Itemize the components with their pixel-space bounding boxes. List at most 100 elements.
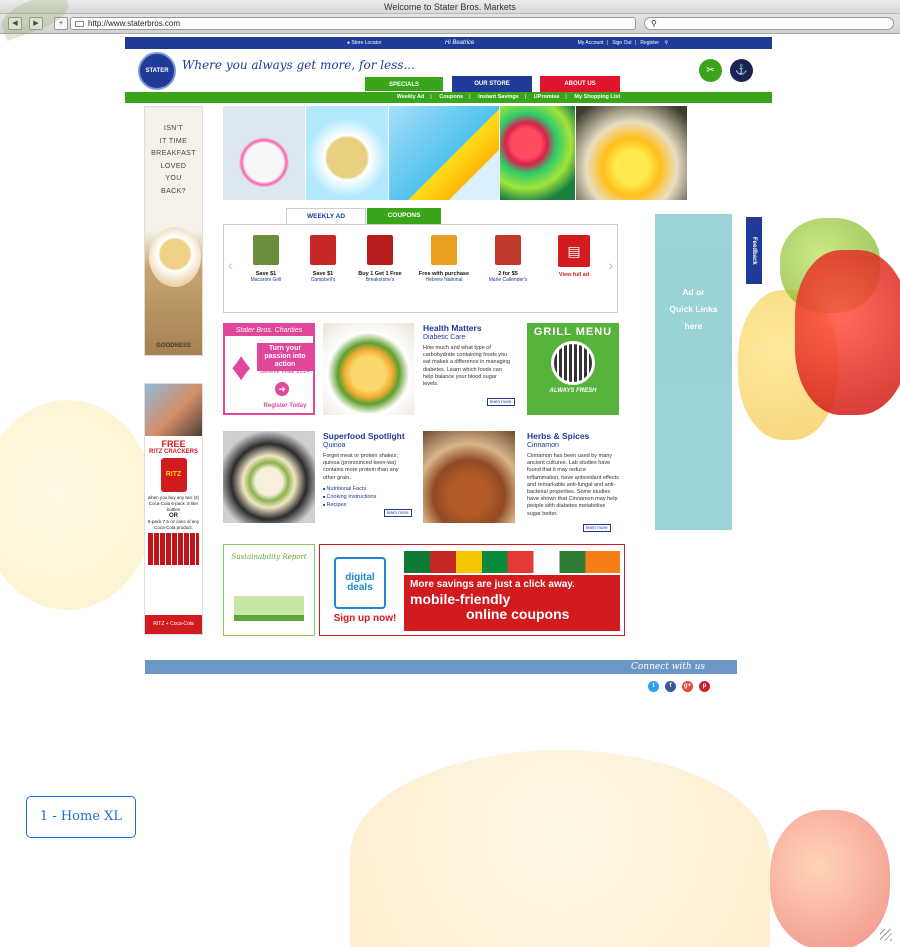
ad-offer-text-2: 8-pack 7.5 oz cans of any Coca-Cola prod… — [147, 519, 200, 530]
digital-deals-promo[interactable]: digital deals Sign up now! More savings … — [319, 544, 625, 636]
stater-bros-logo[interactable]: STATER BROS — [138, 52, 176, 108]
herbs-title[interactable]: Herbs & Spices — [527, 431, 619, 441]
ad-free-label: FREE — [161, 439, 186, 449]
feedback-tab[interactable]: Feedback — [746, 217, 762, 284]
tab-our-store[interactable]: OUR STORE — [452, 76, 532, 92]
red-pepper-background-image — [795, 250, 900, 415]
ad-line: LOVED — [160, 162, 187, 170]
ad-slot-line: here — [684, 321, 703, 331]
health-body: How much and what type of carbohydrate c… — [423, 345, 511, 388]
quinoa-image[interactable] — [223, 431, 315, 523]
quick-links-ad-slot[interactable]: Ad or Quick Links here — [655, 214, 732, 530]
health-subtitle: Diabetic Care — [423, 334, 466, 341]
product-name: Hebrew National — [425, 277, 463, 283]
arrow-right-icon[interactable]: ➜ — [275, 382, 289, 396]
cooking-instructions-link[interactable]: Cooking Instructions — [323, 493, 411, 501]
health-learn-more-button[interactable]: learn more — [487, 398, 515, 406]
cereal-ad[interactable]: ISN'T IT TIME BREAKFAST LOVED YOU BACK? … — [144, 106, 203, 356]
carousel-item[interactable]: Save $1 Campbell's — [295, 235, 351, 283]
charities-promo[interactable]: Stater Bros. Charities ♦ Turn your passi… — [223, 323, 315, 415]
register-link[interactable]: Register — [640, 40, 659, 46]
my-account-link[interactable]: My Account — [578, 40, 604, 46]
coca-cola-cans-image — [148, 533, 199, 565]
specials-subnav: Weekly Ad | Coupons | Instant Savings | UPr… — [125, 92, 772, 103]
sign-up-now-link[interactable]: Sign up now! — [330, 613, 400, 624]
goodness-brand: GOODNESS — [156, 343, 191, 349]
hero-image-daffodil-napkin[interactable] — [389, 106, 499, 200]
store-locator-link[interactable]: ● Store Locator — [347, 37, 381, 49]
footer-bar: Connect with us — [145, 660, 737, 674]
superfood-subtitle: Quinoa — [323, 442, 346, 449]
product-image — [310, 235, 336, 265]
google-plus-icon[interactable]: g+ — [682, 681, 693, 692]
superfood-learn-more-button[interactable]: learn more — [384, 509, 412, 517]
nutritional-facts-link[interactable]: Nutritional Facts — [323, 485, 411, 493]
tab-specials[interactable]: SPECIALS — [364, 76, 444, 92]
subnav-upromise[interactable]: UPromise — [534, 94, 560, 100]
pinterest-icon[interactable]: p — [699, 681, 710, 692]
ad-line: YOU — [165, 175, 182, 182]
superfood-links: Nutritional Facts Cooking Instructions R… — [323, 485, 411, 510]
ad-slot-line: Quick Links — [669, 304, 718, 314]
ad-line: BACK? — [161, 187, 186, 195]
subnav-weekly-ad[interactable]: Weekly Ad — [397, 94, 425, 100]
green-city-image — [234, 583, 304, 621]
resize-grip[interactable] — [880, 929, 892, 941]
hero-image-place-setting[interactable] — [306, 106, 388, 200]
ad-line: IT TIME — [159, 137, 188, 145]
sign-out-link[interactable]: Sign Out — [612, 40, 631, 46]
carousel-item[interactable]: Save $1 Macaroni Grill — [238, 235, 294, 283]
address-bar[interactable]: http://www.staterbros.com — [70, 17, 636, 30]
banner-line-2: mobile-friendly — [410, 591, 511, 607]
superfood-article: Superfood Spotlight Quinoa Forget meat o… — [323, 431, 411, 509]
herbs-body: Cinnamon has been used by many ancient c… — [527, 453, 619, 517]
peach-background-image — [770, 810, 890, 947]
subnav-coupons[interactable]: Coupons — [439, 94, 463, 100]
cinnamon-image[interactable] — [423, 431, 515, 523]
superfood-title[interactable]: Superfood Spotlight — [323, 431, 411, 441]
subnav-instant-savings[interactable]: Instant Savings — [478, 94, 519, 100]
ad-slot-line: Ad or — [682, 287, 705, 297]
mango-background-image — [350, 750, 770, 947]
carousel-item[interactable]: Buy 1 Get 1 Free Breakstone's — [352, 235, 408, 283]
health-matters-image[interactable] — [323, 323, 414, 415]
grill-title: GRILL MENU — [533, 326, 613, 338]
carousel-prev-icon[interactable]: ‹ — [228, 257, 233, 273]
page-icon — [75, 20, 84, 27]
grill-menu-promo[interactable]: GRILL MENU ALWAYS FRESH — [527, 323, 619, 415]
sustainability-report-promo[interactable]: Sustainability Report — [223, 544, 315, 636]
url-text: http://www.staterbros.com — [88, 19, 181, 28]
badge-bottom: deals — [347, 582, 373, 593]
grill-tag: ALWAYS FRESH — [549, 388, 597, 394]
product-image — [253, 235, 279, 265]
hero-image-table-setting[interactable] — [576, 106, 687, 200]
tab-weekly-ad[interactable]: WEEKLY AD — [286, 208, 366, 224]
subnav-shopping-list[interactable]: My Shopping List — [574, 94, 620, 100]
herbs-learn-more-button[interactable]: learn more — [583, 524, 611, 532]
facebook-icon[interactable]: f — [665, 681, 676, 692]
carousel-item[interactable]: Free with purchase Hebrew National — [416, 235, 472, 283]
charities-title: Stater Bros. Charities — [225, 325, 313, 336]
ritz-coca-cola-ad[interactable]: FREE RITZ CRACKERS RITZ when you buy any… — [144, 383, 203, 635]
carousel-next-icon[interactable]: › — [608, 257, 613, 273]
anchor-icon[interactable]: ⚓ — [730, 59, 753, 82]
site-search-icon[interactable]: ⚲ — [664, 37, 668, 49]
twitter-icon[interactable]: t — [648, 681, 659, 692]
hero-image-easter-egg[interactable] — [223, 106, 305, 200]
carousel-item[interactable]: 2 for $5 Marie Callender's — [480, 235, 536, 283]
scissors-icon[interactable]: ✂ — [699, 59, 722, 82]
tab-about-us[interactable]: ABOUT US — [540, 76, 620, 92]
window-title: Welcome to Stater Bros. Markets — [0, 0, 900, 14]
health-title[interactable]: Health Matters — [423, 323, 511, 333]
health-matters-article: Health Matters Diabetic Care How much an… — [423, 323, 511, 388]
newspaper-icon: ▤ — [558, 235, 590, 267]
tab-coupons[interactable]: COUPONS — [367, 208, 441, 224]
banner-line-1: More savings are just a click away. — [410, 579, 575, 590]
register-today-link[interactable]: Register Today — [257, 403, 313, 409]
herbs-article: Herbs & Spices Cinnamon Cinnamon has bee… — [527, 431, 619, 518]
lemon-background-image — [0, 400, 155, 610]
view-full-ad-link[interactable]: ▤ View full ad — [546, 229, 602, 278]
hero-image-painted-eggs[interactable] — [500, 106, 575, 200]
product-name: Breakstone's — [365, 277, 395, 283]
browser-search-input[interactable]: ⚲ — [644, 17, 894, 30]
